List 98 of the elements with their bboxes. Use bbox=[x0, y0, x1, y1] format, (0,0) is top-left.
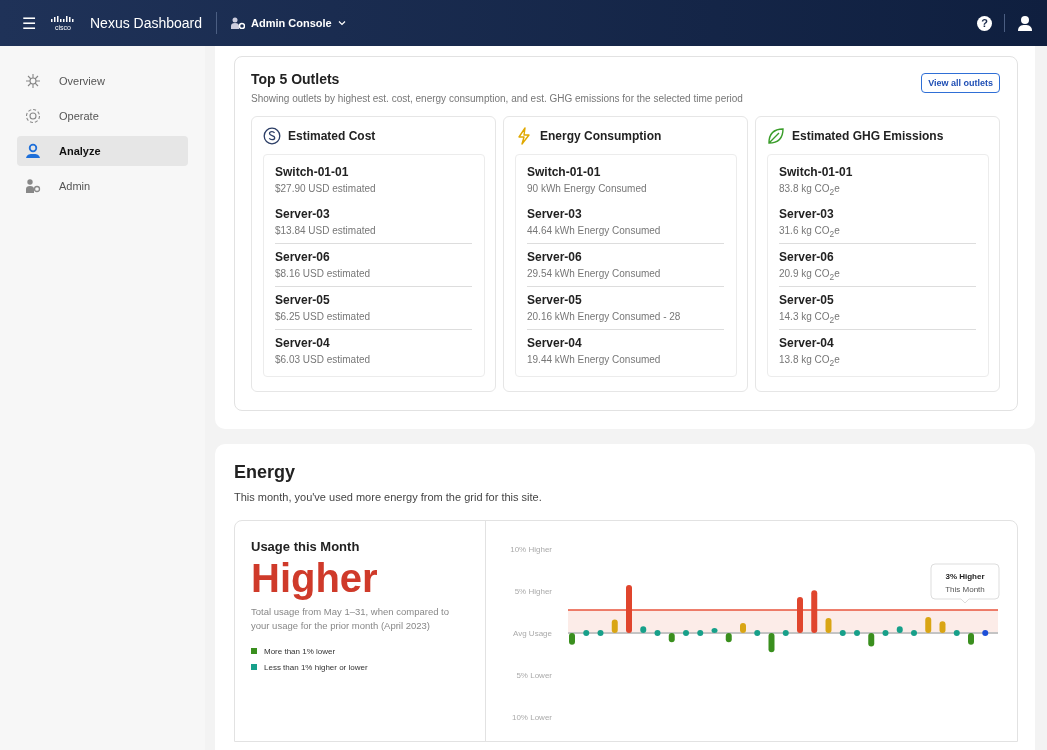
sidebar-item[interactable]: Operate bbox=[17, 101, 188, 131]
outlet-value: $6.03 USD estimated bbox=[275, 353, 372, 366]
outlet-name: Server-03 bbox=[527, 207, 583, 221]
bar bbox=[854, 630, 860, 636]
outlet-value: 20.9 kg CO$_{2}$e bbox=[779, 267, 841, 280]
outlet-name: Server-04 bbox=[779, 336, 835, 350]
outlet-value: 29.54 kWh Energy Consumed bbox=[527, 267, 662, 280]
outlet-value: $8.16 USD estimated bbox=[275, 267, 372, 280]
admin-icon bbox=[231, 17, 246, 29]
bar bbox=[825, 617, 832, 633]
outlet-name: Server-06 bbox=[779, 250, 835, 264]
outlet-value: 31.6 kg CO$_{2}$e bbox=[779, 224, 841, 237]
bar bbox=[597, 630, 604, 636]
outlet-name: Server-05 bbox=[779, 293, 835, 307]
bar bbox=[968, 633, 974, 645]
outlet-name: Server-03 bbox=[275, 207, 331, 221]
column-title: Energy Consumption bbox=[540, 129, 662, 143]
section-title: Top 5 Outlets bbox=[251, 71, 341, 87]
bar bbox=[868, 633, 875, 647]
bar bbox=[569, 633, 575, 645]
column-title: Estimated GHG Emissions bbox=[792, 129, 944, 143]
outlet-name: Server-04 bbox=[275, 336, 331, 350]
legend-label: Less than 1% higher or lower bbox=[264, 662, 368, 672]
section-title: Energy bbox=[234, 462, 297, 483]
usage-value: Higher bbox=[251, 556, 379, 601]
outlet-value: 20.16 kWh Energy Consumed - 28 bbox=[527, 310, 682, 323]
axis-label: 5% Higher bbox=[514, 587, 552, 596]
usage-title: Usage this Month bbox=[251, 539, 361, 554]
bar bbox=[911, 630, 917, 636]
tooltip-text: This Month bbox=[945, 585, 985, 594]
bar bbox=[768, 633, 775, 653]
bar bbox=[654, 630, 661, 636]
outlet-value: 19.44 kWh Energy Consumed bbox=[527, 353, 662, 366]
outlet-value: 83.8 kg CO$_{2}$e bbox=[779, 182, 841, 195]
outlet-name: Server-05 bbox=[527, 293, 583, 307]
bar bbox=[811, 590, 818, 633]
menu-icon[interactable]: ☰ bbox=[22, 13, 36, 33]
network-icon bbox=[25, 73, 41, 89]
admin-icon bbox=[25, 178, 41, 194]
bar bbox=[683, 630, 689, 636]
currency-icon bbox=[263, 127, 281, 145]
axis-label: 10% Lower bbox=[511, 713, 552, 721]
bar bbox=[882, 630, 889, 636]
outlet-name: Switch-01-01 bbox=[275, 165, 350, 179]
bar bbox=[797, 596, 803, 633]
person-icon bbox=[25, 143, 41, 159]
axis-label: 10% Higher bbox=[510, 545, 552, 554]
sidebar-item[interactable]: Admin bbox=[17, 171, 188, 201]
axis-label: 5% Lower bbox=[516, 671, 552, 680]
column-title: Estimated Cost bbox=[288, 129, 376, 143]
outlet-name: Server-06 bbox=[527, 250, 583, 264]
app-title: Nexus Dashboard bbox=[90, 15, 203, 31]
legend-label: More than 1% lower bbox=[264, 646, 336, 656]
bar bbox=[583, 630, 590, 636]
axis-label: Avg Usage bbox=[513, 629, 552, 638]
outlet-name: Switch-01-01 bbox=[779, 165, 854, 179]
outlet-value: 14.3 kg CO$_{2}$e bbox=[779, 310, 841, 323]
outlet-value: 13.8 kg CO$_{2}$e bbox=[779, 353, 841, 366]
bar bbox=[953, 630, 960, 636]
outlet-name: Server-05 bbox=[275, 293, 331, 307]
outlet-value: $6.25 USD estimated bbox=[275, 310, 372, 323]
bar bbox=[839, 630, 846, 636]
section-subtitle: This month, you've used more energy from the grid for this site. bbox=[234, 491, 543, 503]
bar bbox=[982, 630, 989, 636]
outlet-name: Switch-01-01 bbox=[527, 165, 602, 179]
bar bbox=[725, 633, 732, 643]
outlet-value: $13.84 USD estimated bbox=[275, 224, 377, 237]
sidebar-item[interactable]: Overview bbox=[17, 66, 188, 96]
view-all-button[interactable]: View all outlets bbox=[921, 73, 1000, 93]
tooltip-text: 3% Higher bbox=[945, 572, 985, 581]
outlet-value: $27.90 USD estimated bbox=[275, 182, 377, 195]
bar bbox=[668, 633, 675, 643]
bar bbox=[611, 619, 618, 633]
help-icon[interactable]: ? bbox=[977, 15, 992, 31]
bar bbox=[782, 630, 789, 636]
bar bbox=[939, 621, 946, 633]
bar bbox=[697, 630, 704, 636]
console-dropdown[interactable]: Admin Console bbox=[231, 17, 346, 29]
gear-icon bbox=[25, 108, 41, 124]
bar bbox=[896, 626, 903, 633]
outlet-value: 90 kWh Energy Consumed bbox=[527, 182, 648, 195]
bar bbox=[925, 617, 932, 633]
leaf-icon bbox=[767, 127, 785, 145]
bar bbox=[740, 622, 746, 633]
usage-description: Total usage from May 1–31, when compared to your usage for the prior month (April 2023) bbox=[251, 605, 451, 633]
bar bbox=[711, 627, 718, 633]
bar bbox=[640, 626, 647, 633]
outlet-name: Server-04 bbox=[527, 336, 583, 350]
outlet-name: Server-06 bbox=[275, 250, 331, 264]
user-icon[interactable] bbox=[1017, 15, 1033, 31]
bar bbox=[626, 585, 632, 633]
outlet-name: Server-03 bbox=[779, 207, 835, 221]
section-subtitle: Showing outlets by highest est. cost, energy consumption, and est. GHG emissions for the selected time period bbox=[251, 93, 743, 104]
sidebar-item[interactable]: Analyze bbox=[17, 136, 188, 166]
chevron-icon bbox=[337, 20, 346, 26]
outlet-value: 44.64 kWh Energy Consumed bbox=[527, 224, 662, 237]
bar bbox=[754, 630, 761, 636]
tooltip bbox=[930, 563, 1000, 604]
